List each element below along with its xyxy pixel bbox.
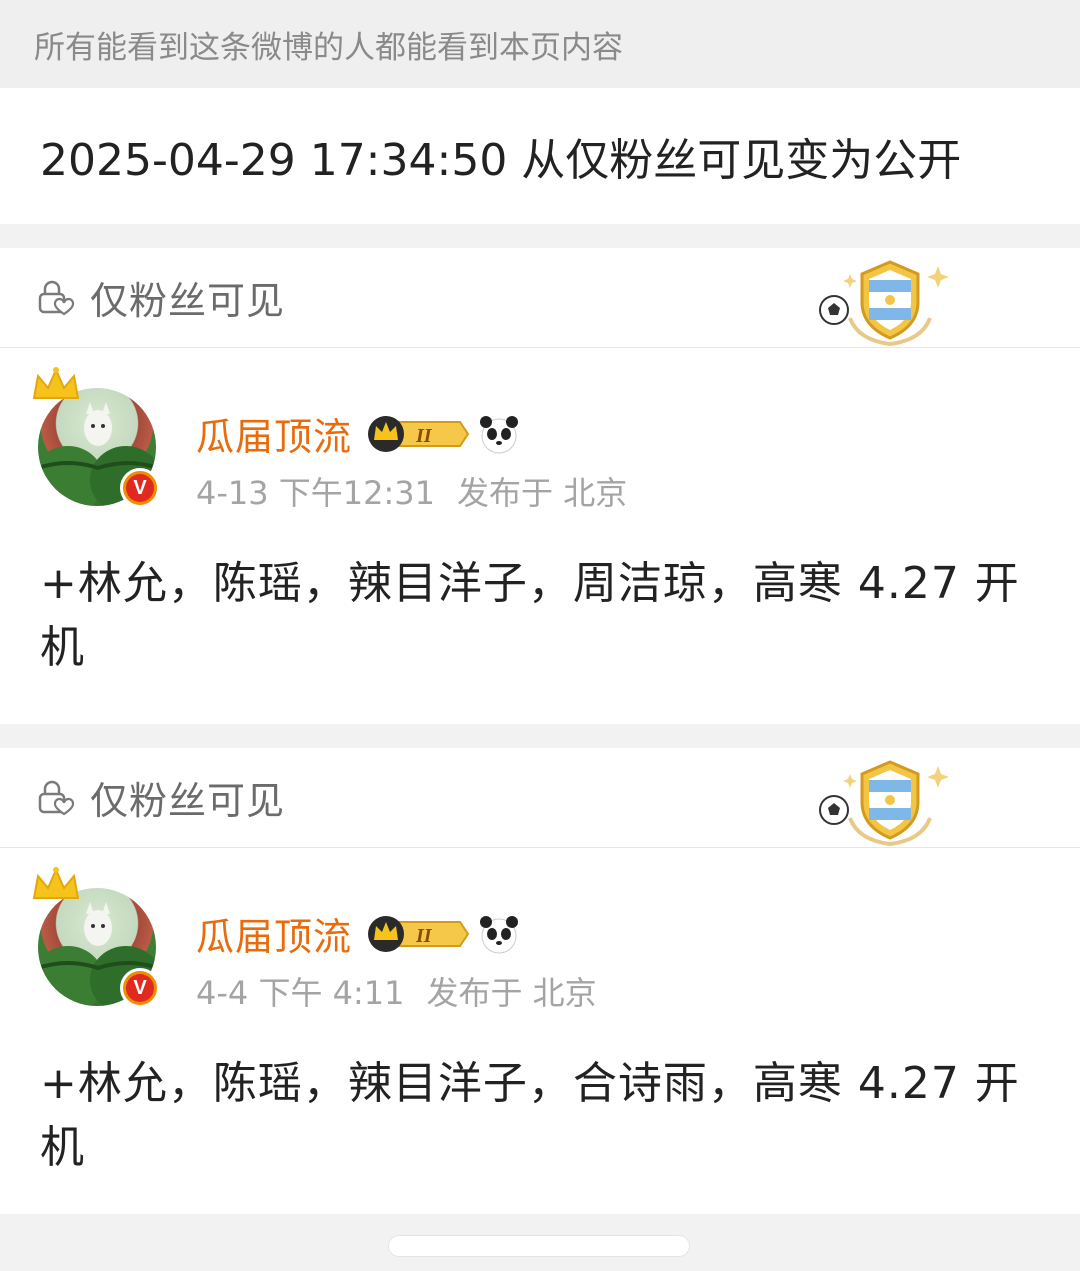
username[interactable]: 瓜届顶流 (196, 406, 352, 461)
post-meta: 4-13 下午12:31 发布于 北京 (196, 468, 627, 514)
vip-crown-icon[interactable]: II (364, 414, 472, 454)
visibility-bar: 仅粉丝可见 (0, 248, 1080, 348)
name-line: 瓜届顶流 II (196, 906, 520, 961)
panda-icon (480, 415, 519, 453)
post-date: 4-13 下午12:31 (196, 474, 436, 512)
crown-icon (32, 867, 80, 899)
post-location: 发布于 北京 (457, 474, 628, 512)
post-card[interactable]: 仅粉丝可见 (0, 248, 1080, 724)
visibility-bar: 仅粉丝可见 (0, 748, 1080, 848)
change-log-text: 2025-04-29 17:34:50 从仅粉丝可见变为公开 (40, 135, 962, 186)
home-indicator[interactable] (388, 1235, 690, 1257)
verified-icon: V (120, 968, 160, 1008)
vip-crown-icon[interactable]: II (364, 914, 472, 954)
divider (0, 724, 1080, 748)
football-badge-icon (819, 760, 949, 846)
crown-icon (32, 367, 80, 399)
lock-icon (38, 780, 75, 815)
avatar-wrap[interactable]: V (32, 867, 160, 1008)
divider (0, 224, 1080, 248)
vip-level: II (415, 425, 433, 447)
post-content[interactable]: +林允，陈瑶，辣目洋子，合诗雨，高寒 4.27 开机 (0, 1028, 1080, 1224)
visibility-label: 仅粉丝可见 (90, 279, 286, 323)
post-card[interactable]: 仅粉丝可见 (0, 748, 1080, 1224)
username[interactable]: 瓜届顶流 (196, 906, 352, 961)
avatar-wrap[interactable]: V (32, 367, 160, 508)
verified-mark: V (126, 474, 154, 502)
post-content[interactable]: +林允，陈瑶，辣目洋子，周洁琼，高寒 4.27 开机 (0, 528, 1080, 724)
verified-icon: V (120, 468, 160, 508)
post-location: 发布于 北京 (426, 974, 597, 1012)
football-badge-icon (819, 260, 949, 346)
name-line: 瓜届顶流 II (196, 406, 520, 461)
panda-icon (480, 915, 519, 953)
notice-text: 所有能看到这条微博的人都能看到本页内容 (34, 29, 623, 66)
change-log-card: 2025-04-29 17:34:50 从仅粉丝可见变为公开 (0, 88, 1080, 224)
vip-level: II (415, 925, 433, 947)
lock-icon (38, 280, 75, 315)
visibility-notice: 所有能看到这条微博的人都能看到本页内容 (0, 0, 1080, 88)
post-date: 4-4 下午 4:11 (196, 974, 405, 1012)
verified-mark: V (126, 974, 154, 1002)
visibility-label: 仅粉丝可见 (90, 779, 286, 823)
author-row: V 瓜届顶流 II 4-4 下午 4:11 发布于 北京 (0, 848, 1080, 1028)
author-row: V 瓜届顶流 II 4-13 下午12:31 发布于 北京 (0, 348, 1080, 528)
post-meta: 4-4 下午 4:11 发布于 北京 (196, 968, 597, 1014)
